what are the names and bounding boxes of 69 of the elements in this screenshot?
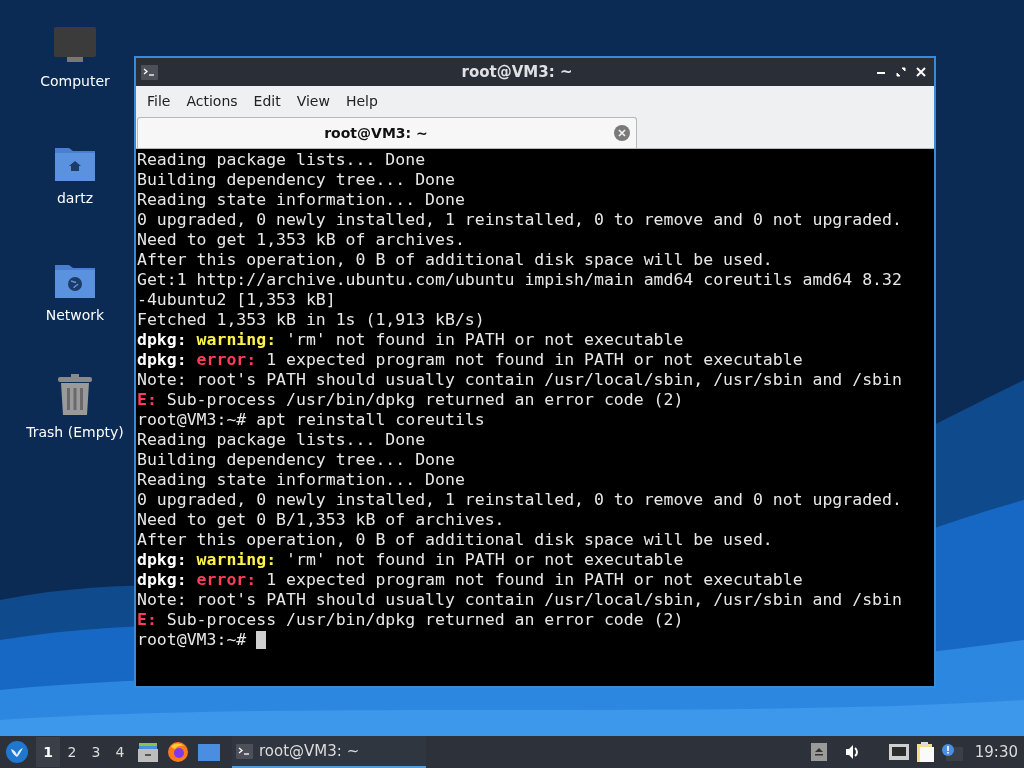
desktop-icon-label[interactable]: Computer — [40, 71, 110, 92]
desktop-icon-label[interactable]: Trash (Empty) — [26, 422, 124, 443]
speaker-icon[interactable] — [844, 744, 861, 760]
workspace-button[interactable]: 4 — [108, 737, 132, 767]
terminal-text: Reading package lists... Done — [137, 150, 426, 170]
terminal-text: 1 expected program not found in PATH or not executable — [265, 350, 803, 370]
terminal-text: dpkg: — [137, 550, 188, 570]
terminal-text: error: — [196, 350, 257, 370]
monitor-icon — [53, 25, 97, 65]
terminal-text: root@VM3:~# — [137, 630, 248, 650]
terminal-text: Reading package lists... Done — [137, 430, 426, 450]
terminal-text: 0 upgraded, 0 newly installed, 1 reinstalled, 0 to remove and 0 not upgraded. — [137, 210, 902, 230]
terminal-text: After this operation, 0 B of additional disk space will be used. — [137, 530, 773, 550]
eject-icon[interactable] — [810, 743, 827, 761]
tab-label: root@VM3: ~ — [323, 123, 429, 143]
menu-item[interactable]: Actions — [178, 88, 246, 114]
terminal-text: E: — [137, 610, 157, 630]
trash-icon — [56, 374, 94, 416]
notification-icon[interactable] — [940, 743, 963, 761]
workspace-button[interactable]: 1 — [36, 737, 60, 767]
clock[interactable]: 19:30 — [974, 740, 1018, 764]
terminal-text: Reading state information... Done — [137, 190, 465, 210]
terminal-text: Need to get 1,353 kB of archives. — [137, 230, 465, 250]
menu-item[interactable]: Edit — [245, 88, 289, 114]
terminal-icon — [236, 743, 253, 759]
terminal-text: E: — [137, 390, 157, 410]
file-manager-icon[interactable] — [138, 742, 158, 762]
terminal-text: root@VM3:~# apt reinstall coreutils — [137, 410, 485, 430]
terminal-text: Sub-process /usr/bin/dpkg returned an error code (2) — [165, 610, 684, 630]
terminal-text: 'rm' not found in PATH or not executable — [285, 330, 684, 350]
desktop-icon-label[interactable]: Network — [45, 305, 105, 326]
terminal-area[interactable] — [136, 149, 934, 686]
terminal-text: dpkg: — [137, 350, 188, 370]
close-icon[interactable] — [916, 67, 926, 77]
terminal-text: Note: root's PATH should usually contain /usr/local/sbin, /usr/sbin and /sbin — [137, 590, 902, 610]
terminal-text: warning: — [196, 330, 277, 350]
terminal-text: error: — [196, 570, 257, 590]
maximize-icon[interactable] — [896, 67, 906, 77]
terminal-text: Building dependency tree... Done — [137, 170, 455, 190]
terminal-text: Get:1 http://archive.ubuntu.com/ubuntu impish/main amd64 coreutils amd64 8.32 — [137, 270, 902, 290]
terminal-text: Note: root's PATH should usually contain /usr/local/sbin, /usr/sbin and /sbin — [137, 370, 902, 390]
terminal-text: 1 expected program not found in PATH or not executable — [265, 570, 803, 590]
workspace-button[interactable]: 2 — [60, 737, 84, 767]
terminal-text: 0 upgraded, 0 newly installed, 1 reinstalled, 0 to remove and 0 not upgraded. — [137, 490, 902, 510]
terminal-text: Reading state information... Done — [137, 470, 465, 490]
workspace-button[interactable]: 3 — [84, 737, 108, 767]
terminal-text: dpkg: — [137, 330, 188, 350]
network-port-icon[interactable] — [888, 744, 909, 760]
tab[interactable]: root@VM3: ~ — [137, 117, 637, 148]
terminal-text: warning: — [196, 550, 277, 570]
clipboard-icon[interactable] — [916, 742, 935, 762]
terminal-text: After this operation, 0 B of additional disk space will be used. — [137, 250, 773, 270]
terminal-icon — [141, 64, 158, 80]
terminal-text: Sub-process /usr/bin/dpkg returned an error code (2) — [165, 390, 684, 410]
menu-item[interactable]: File — [139, 88, 179, 114]
window-icon[interactable] — [198, 743, 220, 761]
terminal-text: 'rm' not found in PATH or not executable — [285, 550, 684, 570]
window-title: root@VM3: ~ — [460, 61, 574, 83]
menu-item[interactable]: Help — [337, 88, 386, 114]
desktop-icon-label[interactable]: dartz — [56, 188, 94, 209]
taskbar-task[interactable]: root@VM3: ~ — [232, 736, 426, 768]
menu-item[interactable]: View — [288, 88, 338, 114]
terminal-text: dpkg: — [137, 570, 188, 590]
terminal-text: Need to get 0 B/1,353 kB of archives. — [137, 510, 505, 530]
terminal-text: Building dependency tree... Done — [137, 450, 455, 470]
terminal-text: -4ubuntu2 [1,353 kB] — [137, 290, 336, 310]
task-label: root@VM3: ~ — [259, 740, 360, 762]
firefox-icon[interactable] — [168, 742, 188, 762]
terminal-text: Fetched 1,353 kB in 1s (1,913 kB/s) — [137, 310, 485, 330]
